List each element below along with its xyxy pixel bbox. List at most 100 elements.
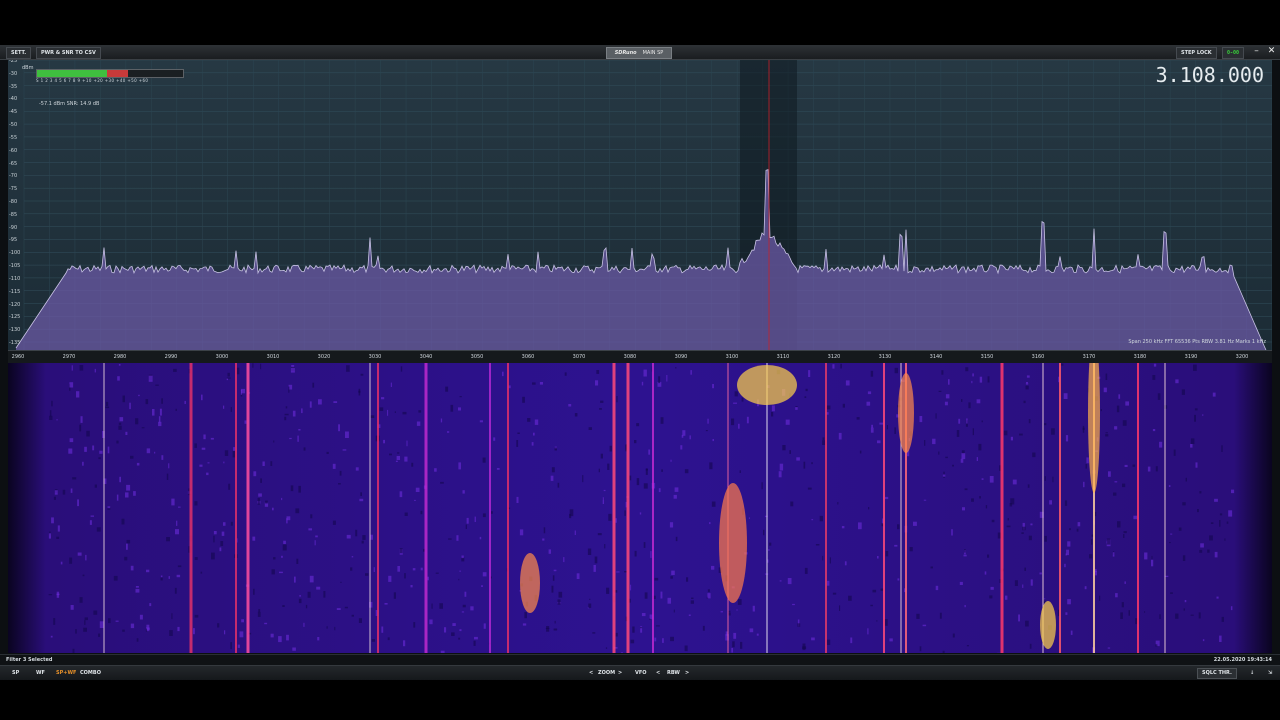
waterfall-noise [194, 614, 199, 618]
mode-combo-button[interactable]: COMBO [80, 669, 101, 677]
spectrum-display[interactable]: -25 -30 -35 -40 -45 -50 -55 -60 -65 -70 -75 -80 -85 -… [8, 60, 1272, 350]
pwr-snr-csv-button[interactable]: PWR & SNR TO CSV [36, 47, 101, 59]
waterfall-noise [748, 517, 750, 519]
mode-wf-button[interactable]: WF [36, 669, 45, 677]
waterfall-noise [416, 421, 421, 426]
waterfall-noise [1170, 592, 1173, 594]
waterfall-noise [746, 416, 749, 424]
waterfall-noise [1043, 599, 1046, 603]
waterfall-noise [296, 558, 299, 564]
waterfall-noise [286, 518, 288, 524]
waterfall-noise [690, 600, 694, 604]
vfo-frequency[interactable]: 3.108.000 [1156, 63, 1264, 87]
frequency-tick-label: 3080 [623, 354, 637, 360]
waterfall-noise [598, 468, 600, 473]
waterfall-noise [1105, 434, 1109, 437]
waterfall-noise [630, 639, 635, 644]
waterfall-noise [1190, 444, 1193, 448]
waterfall-noise [312, 382, 315, 388]
waterfall-display[interactable] [8, 363, 1272, 653]
waterfall-noise [1023, 400, 1026, 404]
waterfall-noise [840, 363, 842, 369]
settings-button[interactable]: SETT. [6, 47, 32, 59]
waterfall-noise [333, 401, 338, 403]
waterfall-noise [979, 496, 981, 499]
waterfall-noise [867, 628, 869, 635]
waterfall-noise [410, 585, 413, 588]
fft-info: Span 250 kHz FFT 65536 Pts RBW 3.81 Hz M… [1128, 339, 1266, 345]
waterfall-noise [829, 557, 831, 564]
waterfall-noise [552, 575, 555, 581]
waterfall-noise [1067, 599, 1071, 605]
step-lock-button[interactable]: STEP LOCK [1176, 47, 1217, 59]
waterfall-noise [387, 409, 389, 416]
waterfall-noise [70, 605, 74, 610]
waterfall-noise [288, 386, 290, 393]
waterfall-noise [219, 547, 222, 552]
waterfall-noise [199, 464, 203, 467]
waterfall-noise [532, 382, 536, 385]
waterfall-noise [989, 476, 994, 483]
sqlc-threshold-button[interactable]: SQLC THR. [1197, 668, 1237, 679]
waterfall-noise [1209, 535, 1213, 541]
close-button[interactable]: ✕ [1266, 46, 1277, 57]
zoom-out-arrow[interactable]: < [589, 669, 593, 677]
waterfall-noise [1076, 528, 1079, 532]
mode-spwf-button[interactable]: SP+WF [56, 669, 76, 677]
waterfall-noise [265, 500, 268, 504]
waterfall-noise [107, 446, 110, 454]
frequency-tick-label: 2980 [113, 354, 127, 360]
rbw-up-arrow[interactable]: > [685, 669, 689, 677]
waterfall-noise [991, 519, 995, 523]
waterfall-noise [641, 613, 646, 617]
waterfall-noise [1198, 612, 1201, 619]
waterfall-noise [146, 448, 151, 454]
waterfall-background [8, 363, 1272, 653]
rbw-down-arrow[interactable]: < [656, 669, 660, 677]
waterfall-noise [461, 555, 464, 559]
waterfall-noise [605, 647, 608, 649]
frequency-tick-label: 3170 [1082, 354, 1096, 360]
waterfall-noise [1086, 457, 1089, 464]
waterfall-noise [273, 440, 275, 443]
waterfall-noise [632, 626, 635, 633]
waterfall-noise [709, 462, 713, 470]
waterfall-noise [867, 391, 872, 395]
waterfall-noise [553, 628, 558, 631]
waterfall-noise [600, 453, 603, 459]
waterfall-noise [332, 463, 336, 469]
zoom-in-arrow[interactable]: > [618, 669, 622, 677]
waterfall-noise [1114, 426, 1118, 430]
waterfall-noise [1151, 559, 1154, 567]
waterfall-noise [779, 463, 784, 471]
waterfall-noise [1120, 612, 1123, 619]
dbm-tick-label: -110 [9, 275, 21, 282]
vfo-button[interactable]: VFO [635, 669, 647, 677]
waterfall-noise [121, 518, 125, 525]
resize-grip-icon[interactable]: ⇲ [1268, 669, 1272, 677]
waterfall-noise [691, 597, 694, 599]
waterfall-noise [615, 518, 617, 523]
waterfall-noise [839, 605, 841, 611]
waterfall-hotspot [1040, 601, 1056, 649]
sqlc-down-icon[interactable]: ↓ [1250, 669, 1254, 677]
waterfall-noise [1175, 613, 1179, 619]
signal-meter-green [37, 70, 108, 77]
waterfall-noise [832, 592, 837, 595]
waterfall-noise [858, 522, 862, 530]
waterfall-signal-streak [369, 363, 371, 653]
waterfall-noise [1118, 394, 1121, 399]
mode-sp-button[interactable]: SP [12, 669, 19, 677]
waterfall-noise [1010, 498, 1015, 505]
waterfall-noise [258, 609, 261, 613]
waterfall-noise [702, 625, 705, 631]
waterfall-noise [479, 420, 483, 423]
waterfall-noise [459, 570, 461, 572]
waterfall-noise [568, 404, 572, 407]
waterfall-noise [184, 400, 186, 404]
waterfall-noise [534, 419, 539, 425]
waterfall-noise [174, 587, 177, 594]
minimize-button[interactable]: – [1251, 46, 1262, 57]
frequency-tick-label: 3160 [1031, 354, 1045, 360]
waterfall-noise [53, 496, 56, 500]
